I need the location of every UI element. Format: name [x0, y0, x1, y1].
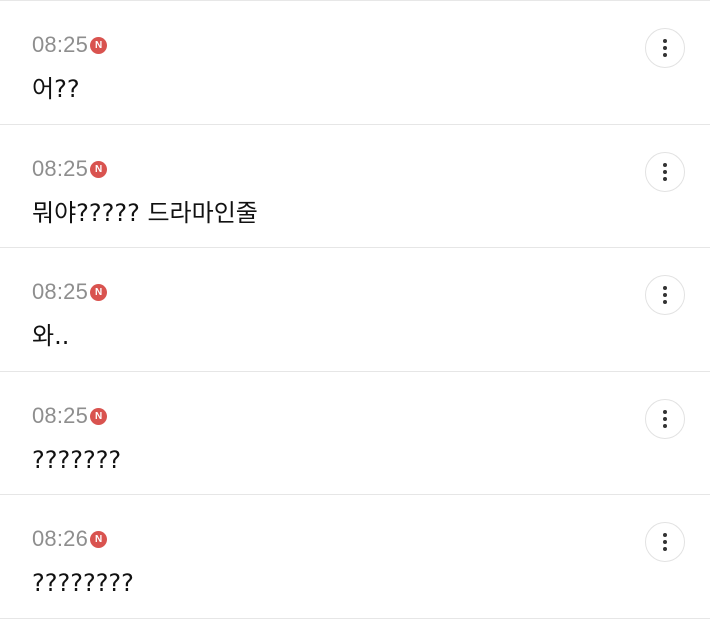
- comment-item: 08:26 N ????????: [0, 495, 710, 619]
- comment-item: 08:25 N 뭐야????? 드라마인줄: [0, 125, 710, 249]
- more-vertical-icon: [663, 286, 667, 291]
- comment-text: 어??: [32, 75, 80, 103]
- comment-meta: 08:25 N: [32, 402, 108, 430]
- more-vertical-icon: [663, 409, 667, 414]
- more-options-button[interactable]: [645, 151, 685, 192]
- comment-item: 08:25 N 어??: [0, 1, 710, 125]
- comment-text: ????????: [32, 569, 134, 598]
- more-options-button[interactable]: [645, 275, 685, 316]
- comment-meta: 08:25 N: [32, 278, 108, 306]
- more-vertical-icon: [663, 162, 667, 167]
- comment-time: 08:25: [32, 402, 89, 428]
- comment-time: 08:25: [32, 279, 89, 305]
- new-badge-icon: N: [90, 160, 108, 178]
- comment-item: 08:25 N ???????: [0, 372, 710, 496]
- comment-meta: 08:26 N: [32, 525, 108, 553]
- comment-meta: 08:25 N: [32, 155, 108, 183]
- more-options-button[interactable]: [645, 28, 685, 68]
- comment-time: 08:25: [32, 155, 89, 181]
- new-badge-icon: N: [90, 284, 108, 302]
- new-badge-icon: N: [90, 407, 108, 425]
- more-options-button[interactable]: [645, 522, 685, 563]
- new-badge-icon: N: [90, 531, 108, 549]
- more-options-button[interactable]: [645, 398, 685, 439]
- comment-time: 08:25: [32, 32, 89, 57]
- more-vertical-icon: [663, 533, 667, 538]
- comment-text: ???????: [32, 445, 122, 474]
- comment-item: 08:25 N 와..: [0, 248, 710, 372]
- comment-text: 와..: [32, 322, 70, 351]
- comment-meta: 08:25 N: [32, 31, 108, 59]
- comment-time: 08:26: [32, 526, 89, 552]
- new-badge-icon: N: [90, 37, 108, 54]
- more-vertical-icon: [663, 39, 667, 43]
- comment-text: 뭐야????? 드라마인줄: [32, 198, 258, 227]
- comment-list: 08:25 N 어?? 08:25 N 뭐야????? 드라마인줄 08:25 …: [0, 0, 710, 623]
